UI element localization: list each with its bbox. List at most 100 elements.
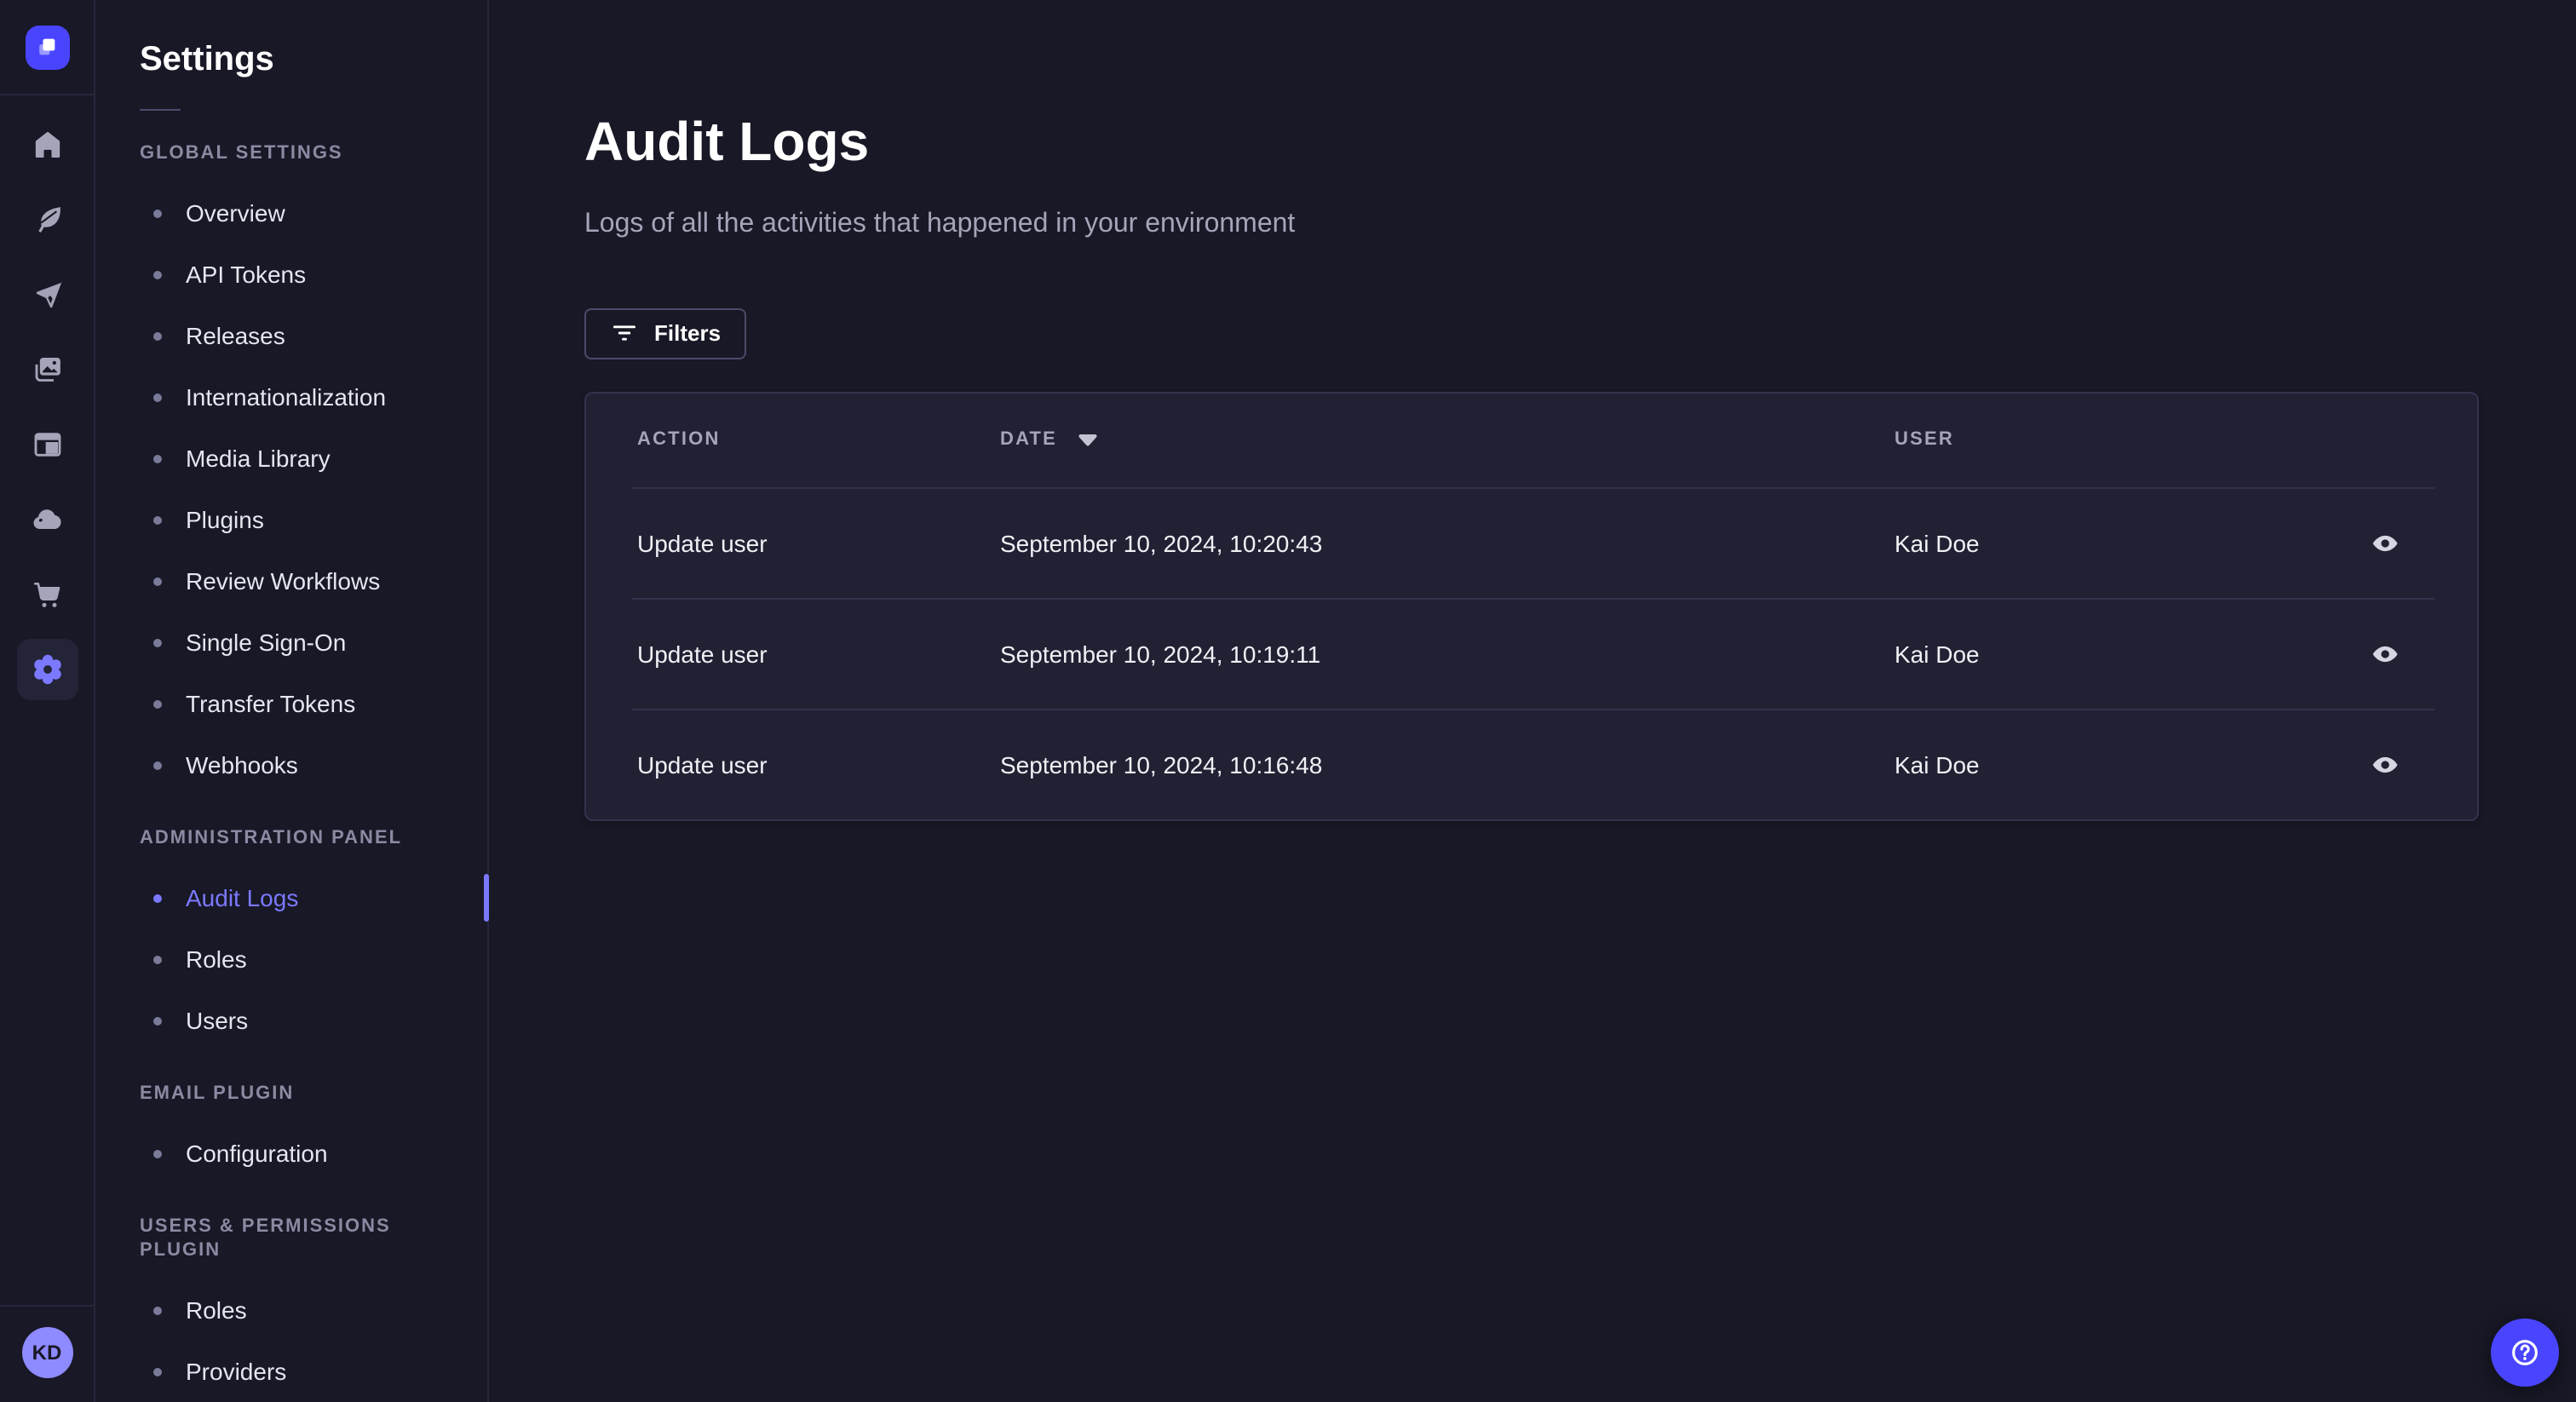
sidebar-item-admin-roles[interactable]: Roles: [95, 928, 487, 990]
bullet-icon: [153, 1367, 162, 1376]
sidebar-item-review-workflows[interactable]: Review Workflows: [95, 550, 487, 612]
section-label: EMAIL PLUGIN: [140, 1083, 295, 1104]
filter-icon: [610, 319, 639, 348]
sidebar-item-transfer-tokens[interactable]: Transfer Tokens: [95, 673, 487, 734]
sidebar-item-media-library[interactable]: Media Library: [95, 428, 487, 489]
cell-date: September 10, 2024, 10:16:48: [1000, 750, 1323, 779]
question-mark-icon: [2512, 1340, 2538, 1365]
column-header-date[interactable]: DATE: [1000, 430, 1895, 451]
sidebar-item-up-providers[interactable]: Providers: [95, 1341, 487, 1402]
help-button[interactable]: [2491, 1319, 2559, 1387]
section-administration-panel: ADMINISTRATION PANEL Audit Logs Roles Us…: [95, 826, 489, 1051]
cell-user: Kai Doe: [1895, 529, 1980, 557]
settings-sidebar: Settings GLOBAL SETTINGS Overview API To…: [95, 0, 489, 1402]
view-log-button[interactable]: [2365, 523, 2406, 564]
sidebar-item-admin-users[interactable]: Users: [95, 990, 487, 1051]
bullet-icon: [153, 1149, 162, 1158]
sidebar-item-label: Review Workflows: [186, 567, 381, 595]
sidebar-item-label: Single Sign-On: [186, 629, 347, 656]
sidebar-item-overview[interactable]: Overview: [95, 182, 487, 244]
layout-icon[interactable]: [13, 411, 81, 479]
sidebar-item-label: Plugins: [186, 506, 264, 533]
sidebar-item-label: Providers: [186, 1358, 287, 1385]
profile-section: KD: [0, 1305, 94, 1402]
column-header-date-label: DATE: [1000, 429, 1058, 451]
bullet-icon: [153, 577, 162, 585]
filters-button[interactable]: Filters: [584, 307, 747, 359]
table-row[interactable]: Update user September 10, 2024, 10:19:11…: [586, 600, 2477, 709]
audit-logs-table: ACTION DATE USER Update user September 1…: [584, 391, 2479, 821]
bullet-icon: [153, 1306, 162, 1314]
sidebar-item-label: Internationalization: [186, 383, 387, 411]
strapi-logo[interactable]: [25, 25, 69, 69]
bullet-icon: [153, 209, 162, 217]
cell-action: Update user: [637, 529, 768, 557]
section-global-settings: GLOBAL SETTINGS Overview API Tokens Rele…: [95, 141, 487, 796]
view-log-button[interactable]: [2365, 744, 2406, 785]
section-email-plugin: EMAIL PLUGIN Configuration: [95, 1082, 487, 1184]
sidebar-item-internationalization[interactable]: Internationalization: [95, 366, 487, 428]
bullet-icon: [153, 331, 162, 340]
cell-action: Update user: [637, 750, 768, 779]
cell-user: Kai Doe: [1895, 640, 1980, 668]
icon-sidebar: KD: [0, 0, 95, 1402]
bullet-icon: [153, 454, 162, 463]
cell-user: Kai Doe: [1895, 750, 1980, 779]
sidebar-item-label: Webhooks: [186, 751, 298, 779]
nav-icon-list: [13, 95, 81, 704]
section-label: USERS & PERMISSIONS PLUGIN: [140, 1216, 391, 1261]
paper-plane-icon[interactable]: [13, 261, 81, 329]
sidebar-item-single-sign-on[interactable]: Single Sign-On: [95, 612, 487, 673]
bullet-icon: [153, 761, 162, 769]
main-content: Audit Logs Logs of all the activities th…: [489, 0, 2576, 1402]
sidebar-item-releases[interactable]: Releases: [95, 305, 487, 366]
table-row[interactable]: Update user September 10, 2024, 10:16:48…: [586, 710, 2477, 819]
sidebar-item-label: Roles: [186, 945, 247, 973]
eye-icon: [2372, 756, 2398, 773]
sidebar-item-label: Transfer Tokens: [186, 690, 356, 717]
images-icon[interactable]: [13, 336, 81, 404]
sidebar-item-plugins[interactable]: Plugins: [95, 489, 487, 550]
sidebar-item-label: Users: [186, 1007, 249, 1034]
section-label: ADMINISTRATION PANEL: [140, 828, 403, 848]
cart-icon[interactable]: [13, 560, 81, 629]
page-subtitle: Logs of all the activities that happened…: [584, 209, 1296, 238]
cloud-icon[interactable]: [13, 486, 81, 554]
bullet-icon: [153, 638, 162, 646]
gear-icon[interactable]: [13, 635, 81, 704]
sidebar-item-api-tokens[interactable]: API Tokens: [95, 244, 487, 305]
sidebar-item-label: Media Library: [186, 445, 331, 472]
sidebar-item-audit-logs[interactable]: Audit Logs: [95, 867, 489, 928]
view-log-button[interactable]: [2365, 634, 2406, 675]
bullet-icon: [153, 515, 162, 524]
bullet-icon: [153, 270, 162, 279]
sidebar-item-label: Configuration: [186, 1140, 328, 1167]
title-divider: [140, 109, 181, 111]
section-label: GLOBAL SETTINGS: [140, 143, 343, 164]
sidebar-item-email-configuration[interactable]: Configuration: [95, 1123, 487, 1184]
eye-icon: [2372, 646, 2398, 662]
eye-icon: [2372, 535, 2398, 551]
strapi-logo-icon: [39, 38, 55, 55]
table-row[interactable]: Update user September 10, 2024, 10:20:43…: [586, 489, 2477, 598]
bullet-icon: [153, 955, 162, 963]
table-header-row: ACTION DATE USER: [586, 394, 2477, 487]
sidebar-item-webhooks[interactable]: Webhooks: [95, 734, 487, 796]
sort-descending-icon: [1078, 434, 1096, 446]
feather-icon[interactable]: [13, 186, 81, 254]
sidebar-title: Settings: [140, 41, 274, 78]
cell-action: Update user: [637, 640, 768, 668]
sidebar-item-label: Releases: [186, 322, 285, 349]
filters-button-label: Filters: [654, 320, 722, 347]
strapi-admin-app: KD Settings GLOBAL SETTINGS Overview API…: [0, 0, 2576, 1402]
bullet-icon: [153, 1016, 162, 1025]
bullet-icon: [153, 893, 162, 902]
sidebar-item-label: Roles: [186, 1296, 247, 1324]
page-title: Audit Logs: [584, 111, 870, 173]
home-icon[interactable]: [13, 111, 81, 179]
sidebar-item-up-roles[interactable]: Roles: [95, 1279, 487, 1341]
column-header-action: ACTION: [637, 429, 721, 451]
bullet-icon: [153, 393, 162, 401]
user-avatar[interactable]: KD: [21, 1327, 72, 1378]
cell-date: September 10, 2024, 10:20:43: [1000, 529, 1323, 557]
